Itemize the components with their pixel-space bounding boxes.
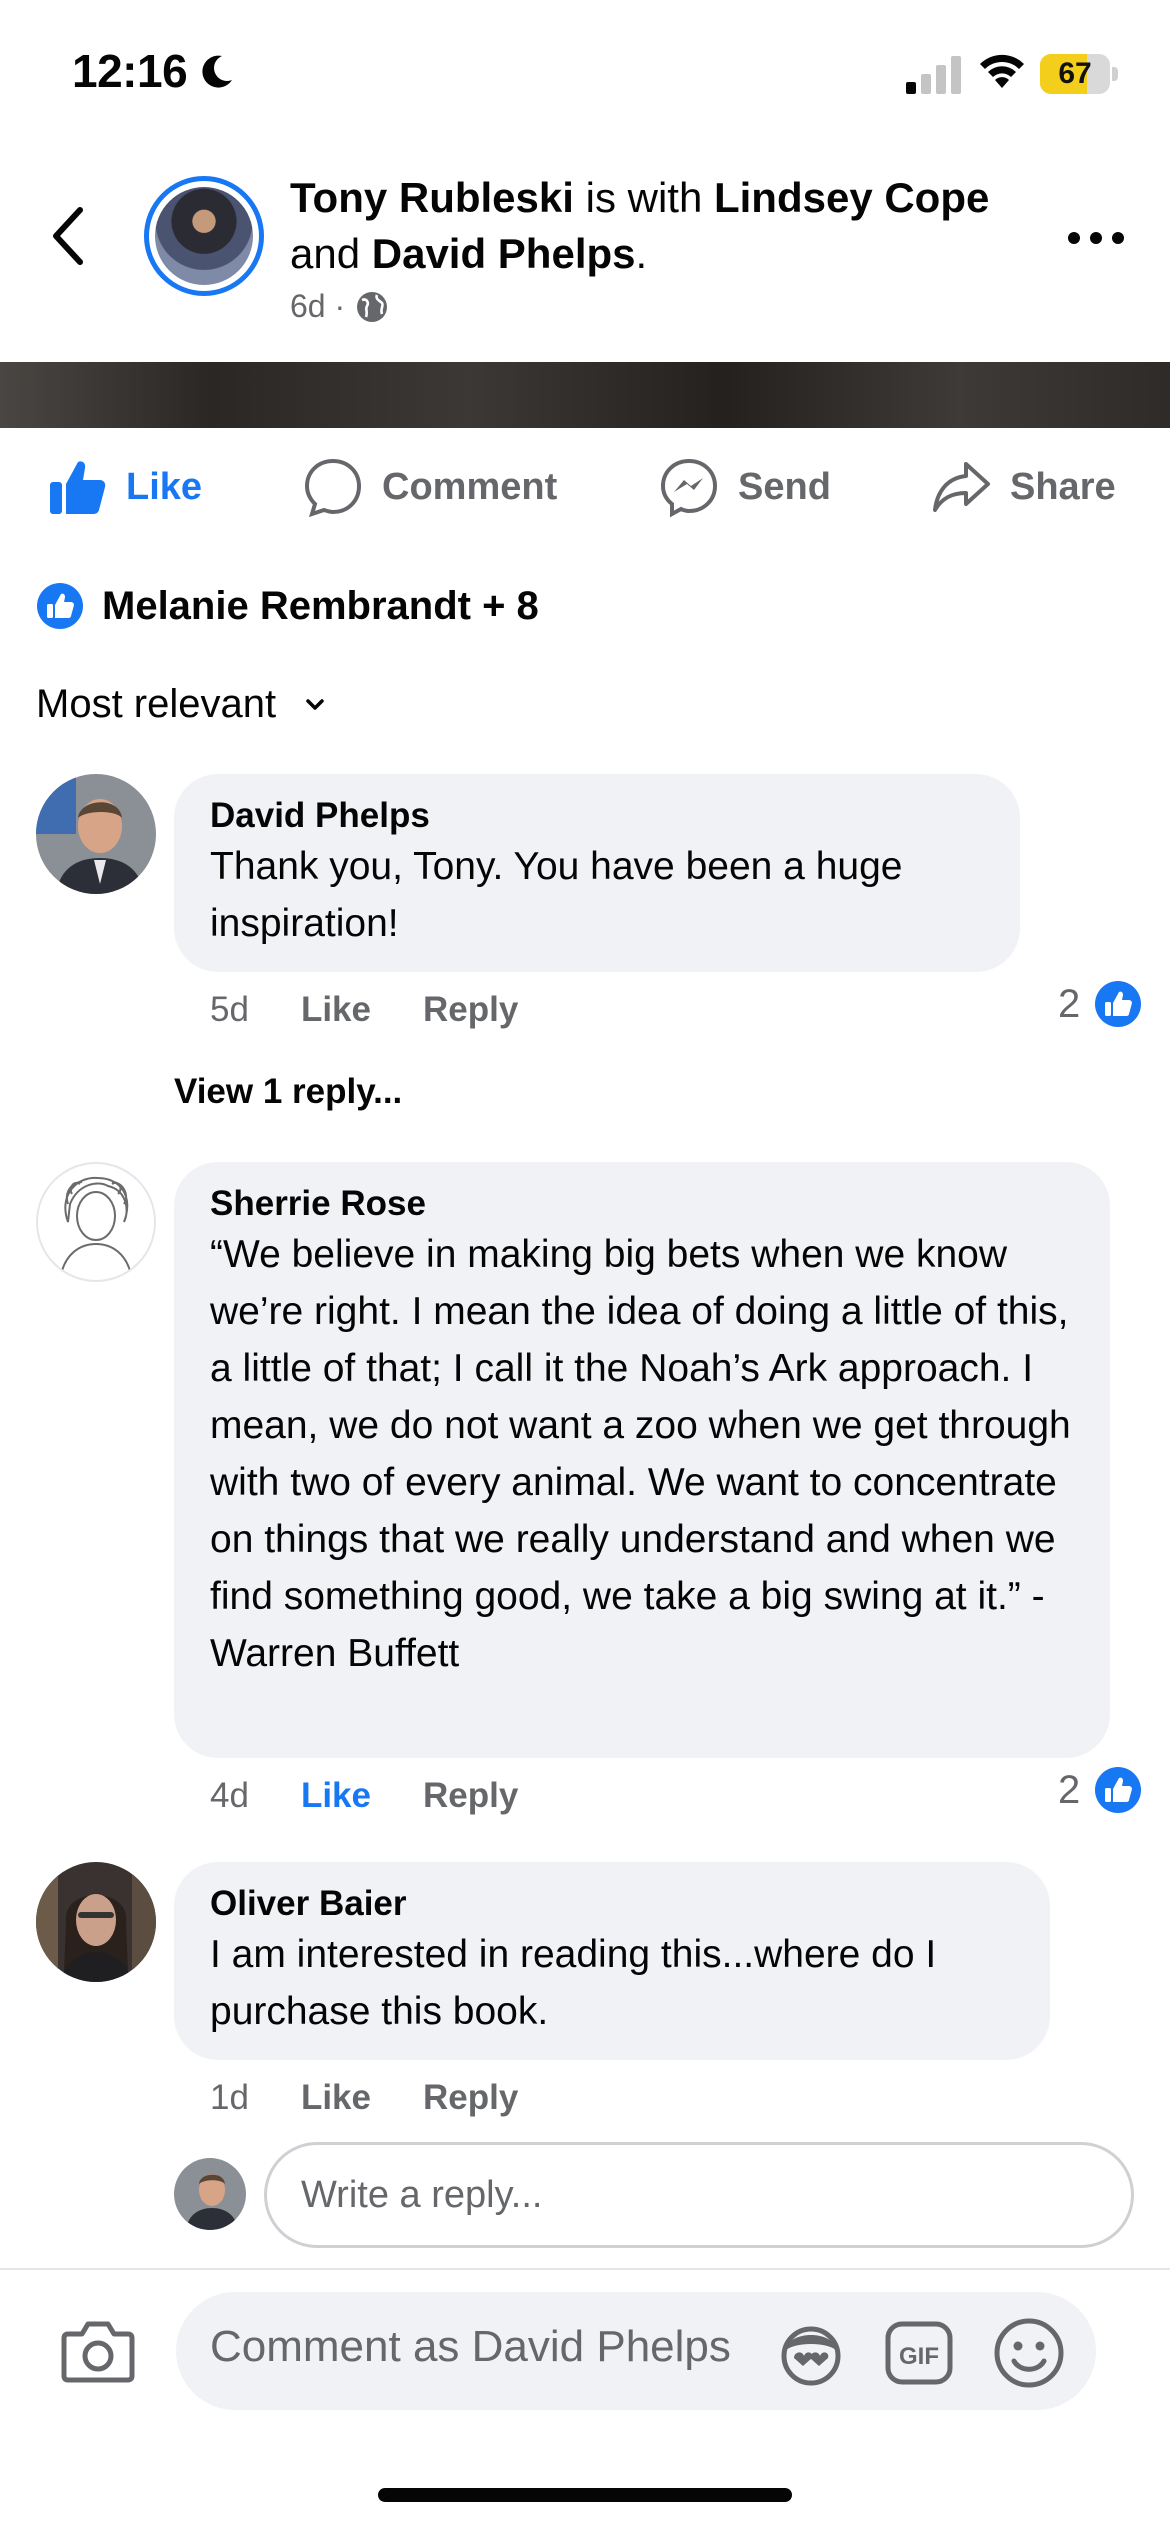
reaction-count: 2 <box>1058 1767 1081 1812</box>
comment-text: Thank you, Tony. You have been a huge in… <box>210 845 903 945</box>
comment-actions: 5d Like Reply <box>210 990 518 1030</box>
tagged-user-1[interactable]: Lindsey Cope <box>714 174 989 221</box>
more-horizontal-icon[interactable] <box>1064 220 1128 256</box>
comment-bubble-icon <box>304 458 362 518</box>
chevron-down-icon <box>306 698 324 710</box>
comment-like-button[interactable]: Like <box>301 2078 371 2118</box>
globe-icon <box>357 291 388 322</box>
svg-text:GIF: GIF <box>899 2343 939 2370</box>
comment-reply-button[interactable]: Reply <box>423 1776 518 1816</box>
composer-placeholder: Comment as David Phelps <box>210 2322 731 2371</box>
commenter-avatar[interactable] <box>36 774 156 894</box>
commenter-avatar[interactable] <box>36 1862 156 1982</box>
and-text: and <box>290 230 372 277</box>
comment-bubble[interactable]: Sherrie Rose “We believe in making big b… <box>174 1162 1110 1758</box>
commenter-avatar[interactable] <box>36 1162 156 1282</box>
like-button[interactable]: Like <box>46 452 202 522</box>
like-reaction-icon <box>1095 981 1142 1027</box>
like-reaction-icon <box>1095 1767 1142 1813</box>
comment-label: Comment <box>382 465 558 508</box>
chevron-left-icon[interactable] <box>46 204 90 268</box>
home-indicator[interactable] <box>378 2488 792 2502</box>
like-label: Like <box>126 465 203 508</box>
comment-bubble[interactable]: Oliver Baier I am interested in reading … <box>174 1862 1050 2060</box>
messenger-icon <box>660 458 718 518</box>
with-text: is with <box>573 174 714 221</box>
comment-like-button[interactable]: Like <box>301 990 371 1030</box>
moon-icon <box>202 55 232 88</box>
thumbs-up-icon <box>50 461 106 514</box>
cellular-signal-icon <box>906 56 961 94</box>
comment-text: I am interested in reading this...where … <box>210 1933 937 2033</box>
gif-icon[interactable]: GIF <box>884 2318 954 2388</box>
comment-time: 1d <box>210 2078 249 2117</box>
avatar-sticker-icon[interactable] <box>776 2318 846 2388</box>
reply-input[interactable]: Write a reply... <box>264 2142 1134 2248</box>
post-header: Tony Rubleski is with Lindsey Cope and D… <box>290 170 1050 282</box>
comment-time: 5d <box>210 990 249 1029</box>
period: . <box>635 230 648 277</box>
current-user-avatar <box>174 2158 246 2230</box>
reaction-count: 2 <box>1058 981 1081 1026</box>
comment-actions: 1d Like Reply <box>210 2078 518 2118</box>
view-replies-link[interactable]: View 1 reply... <box>174 1072 402 1112</box>
post-time: 6d · <box>290 288 346 324</box>
comment-author[interactable]: David Phelps <box>210 794 984 838</box>
send-label: Send <box>738 465 831 508</box>
reply-placeholder: Write a reply... <box>301 2174 543 2216</box>
like-reaction-icon <box>37 583 83 629</box>
share-label: Share <box>1010 465 1116 508</box>
comment-reactions[interactable]: 2 <box>1058 1766 1142 1814</box>
comment-time: 4d <box>210 1776 249 1815</box>
post-photo[interactable] <box>0 362 1170 428</box>
camera-icon[interactable] <box>60 2318 136 2384</box>
sort-dropdown[interactable]: Most relevant <box>36 682 328 727</box>
tagged-user-2[interactable]: David Phelps <box>372 230 636 277</box>
author-name[interactable]: Tony Rubleski <box>290 174 574 221</box>
battery-indicator: 67 <box>1040 54 1118 94</box>
wifi-icon <box>980 54 1024 88</box>
comment-like-button[interactable]: Like <box>301 1776 371 1816</box>
reactions-text: Melanie Rembrandt + 8 <box>102 583 539 628</box>
comment-actions: 4d Like Reply <box>210 1776 518 1816</box>
comment-text: “We believe in making big bets when we k… <box>210 1233 1071 1675</box>
comment-bubble[interactable]: David Phelps Thank you, Tony. You have b… <box>174 774 1020 972</box>
share-button[interactable]: Share <box>930 452 1116 522</box>
comment-author[interactable]: Oliver Baier <box>210 1882 1014 1926</box>
comment-reply-button[interactable]: Reply <box>423 2078 518 2118</box>
send-button[interactable]: Send <box>658 452 831 522</box>
author-avatar[interactable] <box>144 176 264 296</box>
post-meta: 6d · <box>290 288 389 325</box>
status-time: 12:16 <box>72 45 188 97</box>
comment-reactions[interactable]: 2 <box>1058 980 1142 1028</box>
share-arrow-icon <box>933 462 990 512</box>
emoji-smiley-icon[interactable] <box>992 2316 1066 2390</box>
comment-button[interactable]: Comment <box>302 452 557 522</box>
battery-percent: 67 <box>1058 57 1092 90</box>
divider <box>0 2268 1170 2270</box>
comment-reply-button[interactable]: Reply <box>423 990 518 1030</box>
reactions-summary[interactable]: Melanie Rembrandt + 8 <box>36 582 539 630</box>
comment-author[interactable]: Sherrie Rose <box>210 1182 1074 1226</box>
sort-label: Most relevant <box>36 682 277 726</box>
